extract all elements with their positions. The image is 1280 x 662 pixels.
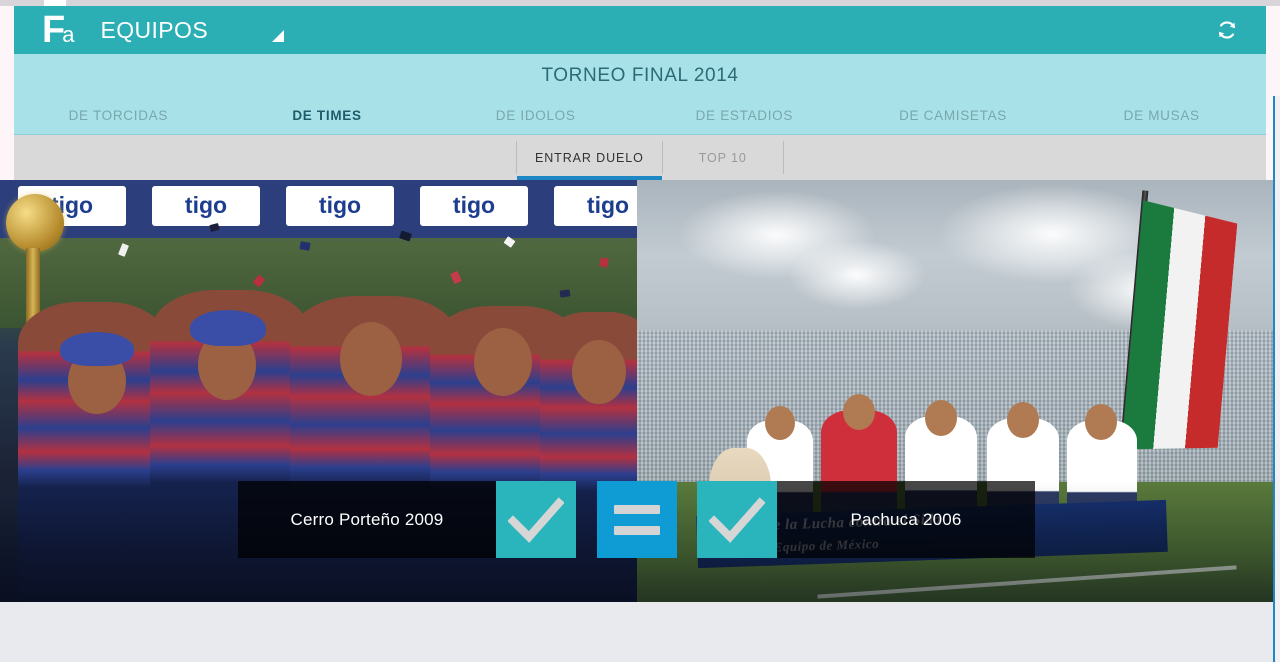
equals-icon [614,504,660,535]
check-icon [508,496,564,543]
left-margin [0,6,14,135]
left-photo-sponsor-banner [0,180,637,242]
resize-triangle-icon[interactable] [272,30,285,42]
bottom-spacer [0,602,1274,662]
left-team-name: Cerro Porteño 2009 [290,509,444,529]
check-icon [709,496,765,543]
sponsor-logo [420,186,528,226]
vote-tie-button[interactable] [597,481,677,558]
sponsor-logo [286,186,394,226]
tab-de-idolos[interactable]: DE IDOLOS [431,108,640,123]
tab-de-torcidas[interactable]: DE TORCIDAS [14,108,223,123]
player-head [843,394,875,430]
player-cap [60,332,134,366]
player-head [765,406,795,440]
page-title: EQUIPOS [100,16,209,43]
player-head [1085,404,1117,440]
logo-letter-a: a [62,22,75,47]
player-head [1007,402,1039,438]
sponsor-logo [554,186,637,226]
sub-tab-bar: ENTRAR DUELO TOP 10 [14,135,1266,180]
player-head [340,322,402,396]
tab-top-10-label: TOP 10 [698,150,747,165]
vote-right-button[interactable] [697,481,777,558]
stadium-floodlight [787,240,927,310]
logo-letter-f: F [42,9,65,51]
app-logo: F a [42,11,74,49]
tab-entrar-duelo[interactable]: ENTRAR DUELO [517,135,662,180]
app-header: F a EQUIPOS [14,6,1266,54]
refresh-icon[interactable] [1212,15,1242,45]
player-head [925,400,957,436]
tournament-bar: TORNEO FINAL 2014 [14,54,1266,97]
confetti [559,289,571,298]
tournament-title: TORNEO FINAL 2014 [541,64,739,86]
left-team-label-bar: Cerro Porteño 2009 [238,481,496,558]
vote-left-button[interactable] [496,481,576,558]
vertical-scrollbar-thumb[interactable] [1273,96,1275,662]
sub-tab-group: ENTRAR DUELO TOP 10 [516,135,784,180]
app-root: F a EQUIPOS TORNEO FINAL 2014 DE TORCIDA… [0,0,1280,662]
player-cap [190,310,266,346]
tab-de-musas[interactable]: DE MUSAS [1057,108,1266,123]
tab-entrar-duelo-label: ENTRAR DUELO [535,150,644,165]
confetti [299,241,311,251]
tab-de-camisetas[interactable]: DE CAMISETAS [849,108,1058,123]
tab-de-estadios[interactable]: DE ESTADIOS [640,108,849,123]
tab-top-10[interactable]: TOP 10 [663,135,783,180]
player-head [474,328,532,396]
right-team-label-bar: Pachuca 2006 [777,481,1035,558]
sub-tab-separator-right [782,141,784,174]
main-tab-bar: DE TORCIDAS DE TIMES DE IDOLOS DE ESTADI… [14,97,1266,135]
sponsor-logo [152,186,260,226]
tab-de-times[interactable]: DE TIMES [223,108,432,123]
vertical-scrollbar-track[interactable] [1273,96,1280,662]
trophy-icon [6,194,64,252]
player-head [572,340,626,404]
right-team-name: Pachuca 2006 [850,509,962,529]
